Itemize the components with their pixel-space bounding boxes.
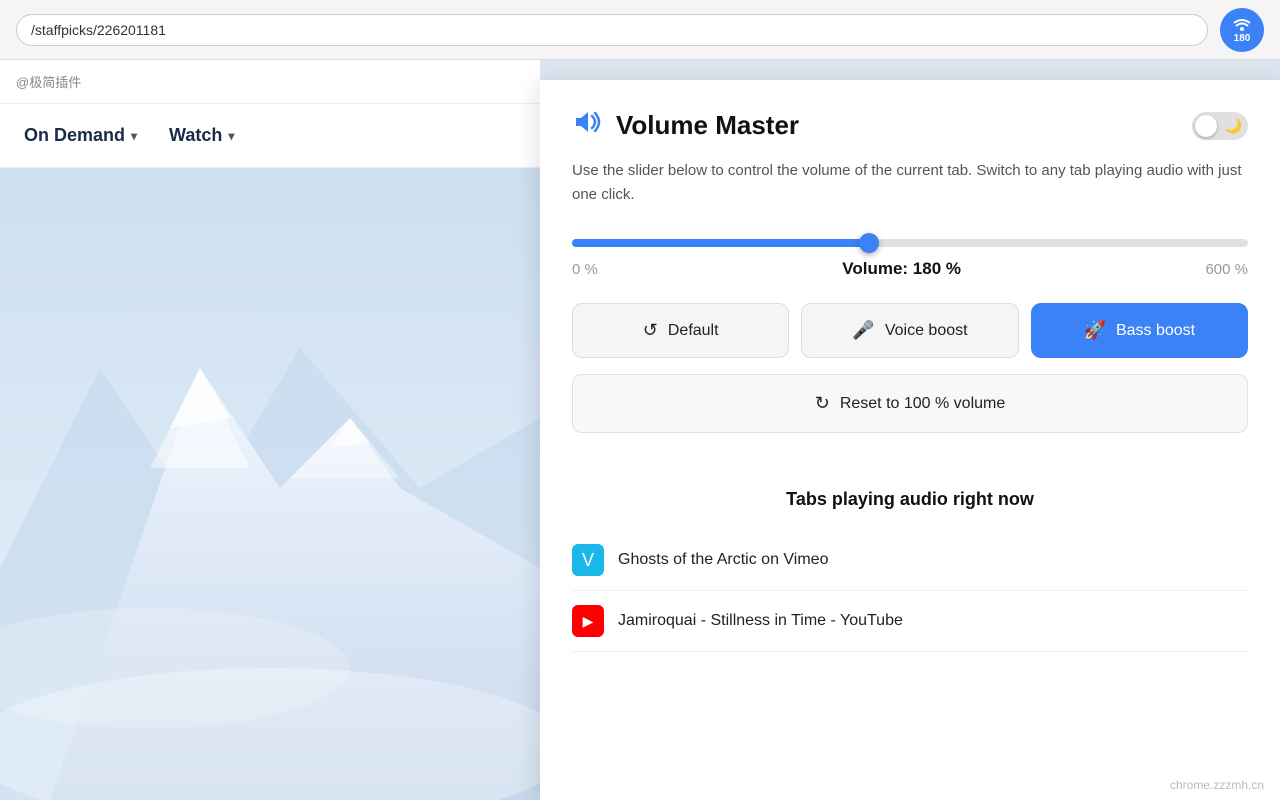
- nav-watch-label: Watch: [169, 125, 222, 146]
- url-text: /staffpicks/226201181: [31, 22, 166, 38]
- extension-icon[interactable]: 180: [1220, 8, 1264, 52]
- dark-mode-icon: 🌙: [1225, 117, 1242, 134]
- browser-top-bar: /staffpicks/226201181 180: [0, 0, 1280, 60]
- vimeo-tab-label: Ghosts of the Arctic on Vimeo: [618, 551, 828, 569]
- nav-watch[interactable]: Watch ▾: [169, 125, 234, 146]
- volume-master-icon: [572, 108, 604, 143]
- voice-boost-label: Voice boost: [885, 322, 968, 340]
- vimeo-favicon: V: [572, 544, 604, 576]
- voice-boost-button[interactable]: 🎤 Voice boost: [801, 303, 1018, 358]
- tabs-heading: Tabs playing audio right now: [572, 489, 1248, 510]
- nav-on-demand[interactable]: On Demand ▾: [24, 125, 137, 146]
- reset-volume-button[interactable]: ↻ Reset to 100 % volume: [572, 374, 1248, 433]
- subtitle-bar: @极简插件: [0, 60, 540, 104]
- nav-bar: On Demand ▾ Watch ▾: [0, 104, 540, 168]
- microphone-icon: 🎤: [852, 320, 874, 341]
- volume-master-popup: Volume Master 🌙 Use the slider below to …: [540, 80, 1280, 800]
- reset-icon: ↻: [815, 393, 830, 414]
- youtube-tab-label: Jamiroquai - Stillness in Time - YouTube: [618, 612, 903, 630]
- rocket-icon: 🚀: [1084, 320, 1106, 341]
- tab-item-vimeo[interactable]: V Ghosts of the Arctic on Vimeo: [572, 530, 1248, 591]
- volume-display: Volume: 180 %: [842, 259, 961, 279]
- slider-thumb[interactable]: [859, 233, 879, 253]
- default-label: Default: [668, 322, 719, 340]
- nav-watch-chevron: ▾: [228, 129, 234, 143]
- subtitle-text: @极简插件: [16, 72, 81, 91]
- slider-max-label: 600 %: [1205, 261, 1248, 278]
- volume-slider-container: [572, 239, 1248, 247]
- wifi-icon: [1232, 15, 1252, 33]
- default-button[interactable]: ↺ Default: [572, 303, 789, 358]
- theme-toggle[interactable]: 🌙: [1192, 112, 1248, 140]
- volume-badge: 180: [1234, 33, 1251, 44]
- vimeo-letter: V: [582, 550, 594, 571]
- bass-boost-button[interactable]: 🚀 Bass boost: [1031, 303, 1248, 358]
- youtube-play-icon: ▶: [583, 613, 594, 630]
- popup-title-group: Volume Master: [572, 108, 799, 143]
- popup-title: Volume Master: [616, 110, 799, 141]
- preset-buttons-row: ↺ Default 🎤 Voice boost 🚀 Bass boost: [572, 303, 1248, 358]
- default-icon: ↺: [643, 320, 658, 341]
- toggle-thumb: [1195, 115, 1217, 137]
- url-bar: /staffpicks/226201181: [16, 14, 1208, 46]
- slider-fill: [572, 239, 869, 247]
- slider-min-label: 0 %: [572, 261, 598, 278]
- tabs-section: Tabs playing audio right now V Ghosts of…: [540, 489, 1280, 652]
- popup-description: Use the slider below to control the volu…: [572, 159, 1248, 207]
- reset-label: Reset to 100 % volume: [840, 395, 1005, 413]
- popup-header: Volume Master 🌙: [572, 108, 1248, 143]
- slider-labels: 0 % Volume: 180 % 600 %: [572, 259, 1248, 279]
- toggle-background: 🌙: [1192, 112, 1248, 140]
- bass-boost-label: Bass boost: [1116, 322, 1195, 340]
- youtube-favicon: ▶: [572, 605, 604, 637]
- nav-on-demand-label: On Demand: [24, 125, 125, 146]
- volume-slider-track[interactable]: [572, 239, 1248, 247]
- watermark: chrome.zzzmh.cn: [1170, 778, 1264, 792]
- tab-item-youtube[interactable]: ▶ Jamiroquai - Stillness in Time - YouTu…: [572, 591, 1248, 652]
- nav-on-demand-chevron: ▾: [131, 129, 137, 143]
